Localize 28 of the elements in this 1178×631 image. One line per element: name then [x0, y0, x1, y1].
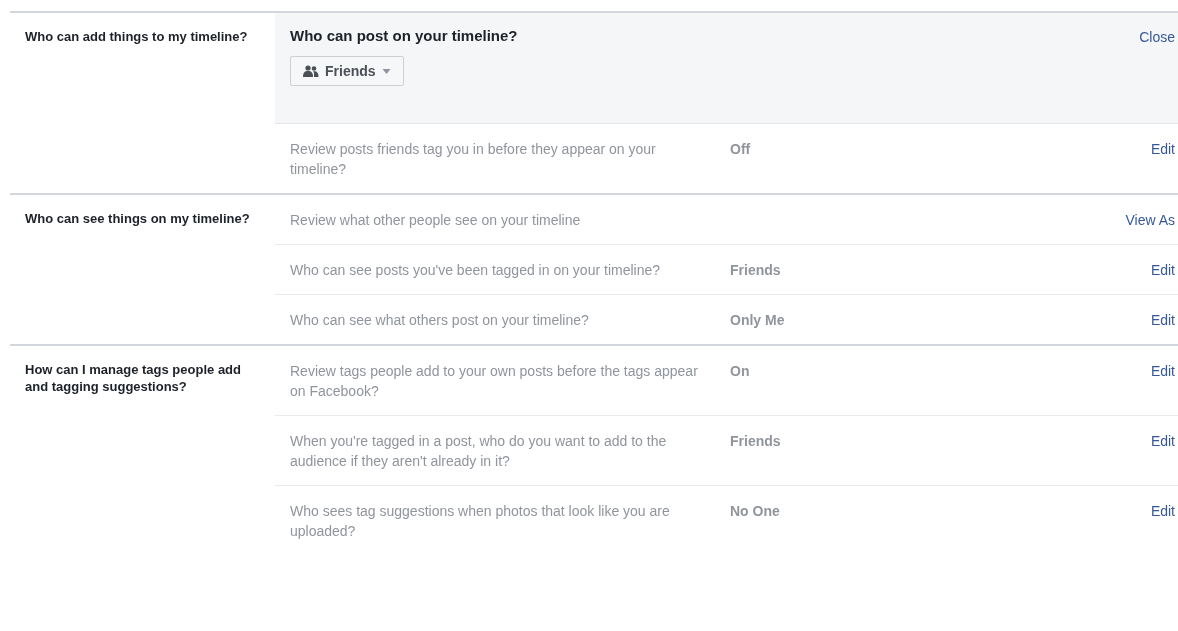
setting-description: Review posts friends tag you in before they appear on your timeline? — [290, 140, 657, 179]
setting-description: Review tags people add to your own posts before the tags appear on Facebook? — [290, 362, 699, 401]
section-label: Who can see things on my timeline? — [24, 210, 251, 228]
setting-description: Review what other people see on your timeline — [290, 211, 582, 230]
setting-value: No One — [730, 503, 780, 519]
setting-description: Who sees tag suggestions when photos that look like you are uploaded? — [290, 502, 671, 541]
section-label: How can I manage tags people add and tagging suggestions? — [24, 361, 242, 396]
action-link[interactable]: Edit — [1150, 139, 1175, 159]
setting-value: Only Me — [730, 312, 785, 328]
people-icon — [303, 65, 319, 77]
caret-icon — [381, 68, 391, 74]
close-link[interactable]: Close — [1139, 27, 1175, 109]
setting-description: Who can see posts you've been tagged in on your timeline? — [290, 261, 661, 280]
setting-description: Who can see what others post on your timeline? — [290, 311, 590, 330]
action-link[interactable]: Edit — [1150, 501, 1175, 521]
setting-title: Who can post on your timeline? — [290, 27, 518, 44]
setting-value: Off — [730, 141, 751, 157]
setting-value: Friends — [730, 262, 781, 278]
setting-description: When you're tagged in a post, who do you want to add to the audience if they aren't already in it? — [290, 432, 668, 471]
setting-value: Friends — [730, 433, 781, 449]
action-link[interactable]: View As — [1125, 210, 1175, 230]
setting-value: On — [730, 363, 750, 379]
action-link[interactable]: Edit — [1150, 260, 1175, 280]
section-label: Who can add things to my timeline? — [24, 28, 249, 46]
action-link[interactable]: Edit — [1150, 431, 1175, 451]
action-link[interactable]: Edit — [1150, 361, 1175, 381]
audience-dropdown[interactable]: Friends — [290, 56, 404, 86]
action-link[interactable]: Edit — [1150, 310, 1175, 330]
